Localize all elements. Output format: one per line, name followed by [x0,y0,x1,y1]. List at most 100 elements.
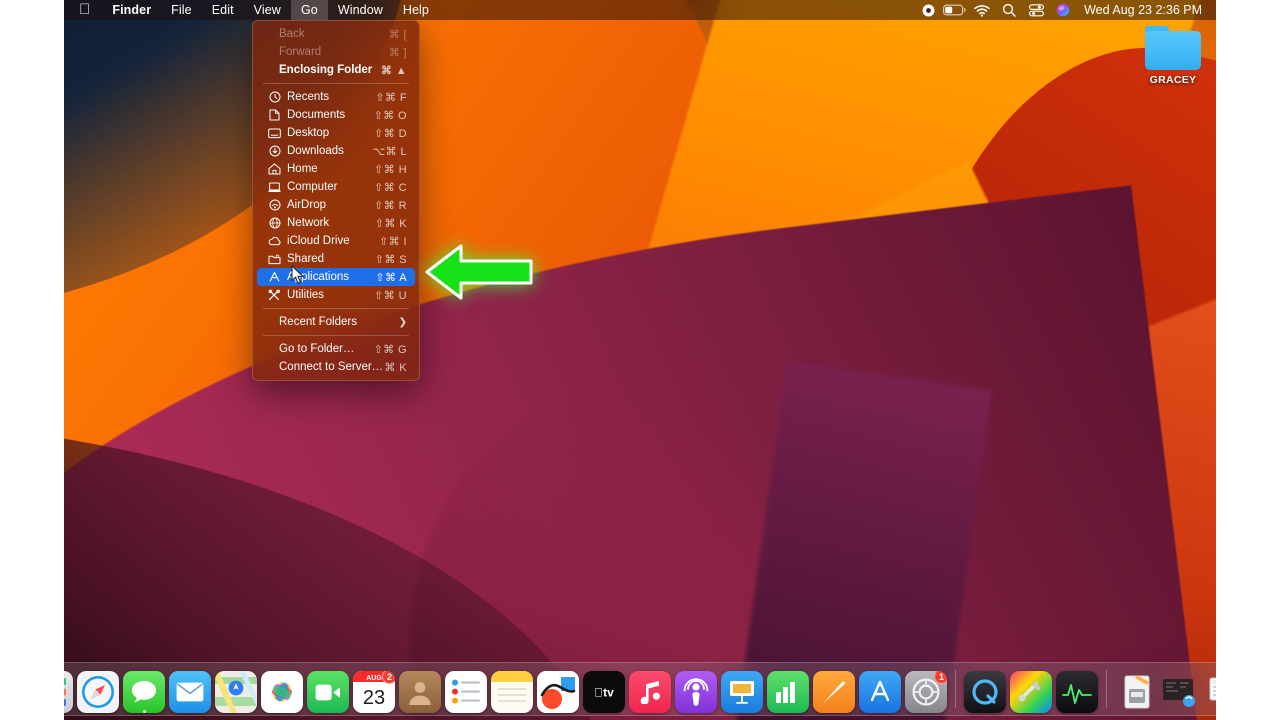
dock-item-launchpad[interactable] [64,665,74,713]
menu-bar:  Finder File Edit View Go Window Help [64,0,1216,20]
desktop-wallpaper[interactable] [64,0,1216,720]
menu-item-airdrop[interactable]: AirDrop ⇧⌘ R [257,196,415,214]
menu-item-enclosing-folder[interactable]: Enclosing Folder ⌘ ▲ [257,61,415,79]
menu-item-utilities[interactable]: Utilities ⇧⌘ U [257,286,415,304]
menu-separator [263,335,409,336]
apple-menu-icon[interactable]:  [64,0,102,20]
dock-item-pages[interactable] [812,665,856,713]
dock-item-podcasts[interactable] [674,665,718,713]
svg-text:23: 23 [363,687,385,709]
mouse-cursor [291,265,305,285]
menu-item-recent-folders[interactable]: Recent Folders ❯ [257,313,415,331]
menu-edit[interactable]: Edit [202,0,244,20]
dock-item-numbers[interactable] [766,665,810,713]
menu-item-shortcut: ⇧⌘ O [374,109,407,122]
menu-item-computer[interactable]: Computer ⇧⌘ C [257,178,415,196]
menu-item-applications[interactable]: Applications ⇧⌘ A [257,268,415,286]
menu-item-recents[interactable]: Recents ⇧⌘ F [257,88,415,106]
search-icon[interactable] [997,0,1021,20]
menu-item-desktop[interactable]: Desktop ⇧⌘ D [257,124,415,142]
dock-item-contacts[interactable] [398,665,442,713]
network-icon [267,216,282,230]
menu-item-label: Go to Folder… [267,343,374,355]
dock-item-mail[interactable] [168,665,212,713]
menu-help[interactable]: Help [393,0,439,20]
document-icon [267,108,282,122]
menu-item-shortcut: ⇧⌘ U [374,289,407,302]
dock-item-documents-stack[interactable] [1114,665,1158,713]
menu-item-downloads[interactable]: Downloads ⌥⌘ L [257,142,415,160]
menu-bar-clock[interactable]: Wed Aug 23 2:36 PM [1078,3,1202,17]
home-icon [267,162,282,176]
dock-item-maps[interactable] [214,665,258,713]
menu-item-label: Downloads [287,145,373,157]
menu-item-label: Connect to Server… [267,361,384,373]
menu-item-shared[interactable]: Shared ⇧⌘ S [257,250,415,268]
dock: AUG 23 2 [64,662,1216,716]
dock-item-notes[interactable] [490,665,534,713]
menu-finder[interactable]: Finder [102,0,161,20]
menu-item-forward[interactable]: Forward ⌘ ] [257,43,415,61]
dock-item-freeform[interactable] [536,665,580,713]
dock-item-reminders[interactable] [444,665,488,713]
dock-item-keynote[interactable] [720,665,764,713]
dock-item-calendar[interactable]: AUG 23 2 [352,665,396,713]
menu-item-shortcut: ⇧⌘ K [375,217,407,230]
dock-item-facetime[interactable] [306,665,350,713]
shared-folder-icon [267,252,282,266]
dock-item-image-capture[interactable] [1009,665,1053,713]
dock-separator [1106,670,1107,708]
dock-item-appstore[interactable] [858,665,902,713]
dock-item-system-settings[interactable]: 1 [904,665,948,713]
menu-item-label: Computer [287,181,374,193]
desktop-screen: GRACEY  Finder File Edit View Go Window… [64,0,1216,720]
menu-item-label: Enclosing Folder [267,64,381,76]
menu-item-label: Shared [287,253,375,265]
menu-item-go-to-folder[interactable]: Go to Folder… ⇧⌘ G [257,340,415,358]
dock-item-quicktime[interactable] [963,665,1007,713]
menu-item-icloud-drive[interactable]: iCloud Drive ⇧⌘ I [257,232,415,250]
icloud-icon [267,234,282,248]
menu-item-documents[interactable]: Documents ⇧⌘ O [257,106,415,124]
dock-item-activity-monitor[interactable] [1055,665,1099,713]
menu-item-shortcut: ⇧⌘ R [374,199,407,212]
chevron-right-icon: ❯ [399,317,407,328]
screen-recording-icon[interactable] [916,0,940,20]
appstore-icon [859,671,901,713]
dock-item-messages[interactable] [122,665,166,713]
menu-item-label: AirDrop [287,199,374,211]
dock-item-safari[interactable] [76,665,120,713]
menu-window[interactable]: Window [328,0,393,20]
desktop-icon-gracey[interactable]: GRACEY [1137,26,1209,86]
dock-item-music[interactable] [628,665,672,713]
menu-go[interactable]: Go [291,0,328,20]
menu-item-back[interactable]: Back ⌘ [ [257,25,415,43]
safari-icon [77,671,119,713]
menu-item-network[interactable]: Network ⇧⌘ K [257,214,415,232]
menu-bar-apps:  Finder File Edit View Go Window Help [64,0,439,20]
calendar-icon: AUG 23 2 [353,671,395,713]
menu-item-label: Network [287,217,375,229]
menu-item-label: iCloud Drive [287,235,379,247]
menu-item-shortcut: ⌥⌘ L [373,145,407,158]
menu-file[interactable]: File [161,0,202,20]
system-settings-icon: 1 [905,671,947,713]
menu-item-shortcut: ⇧⌘ D [374,127,407,140]
desktop-icon-label: GRACEY [1150,74,1197,86]
menu-item-shortcut: ⇧⌘ H [374,163,407,176]
siri-icon[interactable] [1051,0,1075,20]
svg-text:tv: tv [594,686,614,699]
downloads-stack-icon [1161,671,1203,713]
menu-item-home[interactable]: Home ⇧⌘ H [257,160,415,178]
menu-view[interactable]: View [244,0,291,20]
battery-icon[interactable] [943,0,967,20]
menu-item-label: Recent Folders [267,316,399,328]
control-center-icon[interactable] [1024,0,1048,20]
notes-icon [491,671,533,713]
wifi-icon[interactable] [970,0,994,20]
menu-item-connect-to-server[interactable]: Connect to Server… ⌘ K [257,358,415,376]
dock-item-photos[interactable] [260,665,304,713]
dock-item-appletv[interactable]: tv [582,665,626,713]
dock-item-screenshots-stack[interactable] [1206,665,1216,713]
dock-item-downloads-stack[interactable] [1160,665,1204,713]
